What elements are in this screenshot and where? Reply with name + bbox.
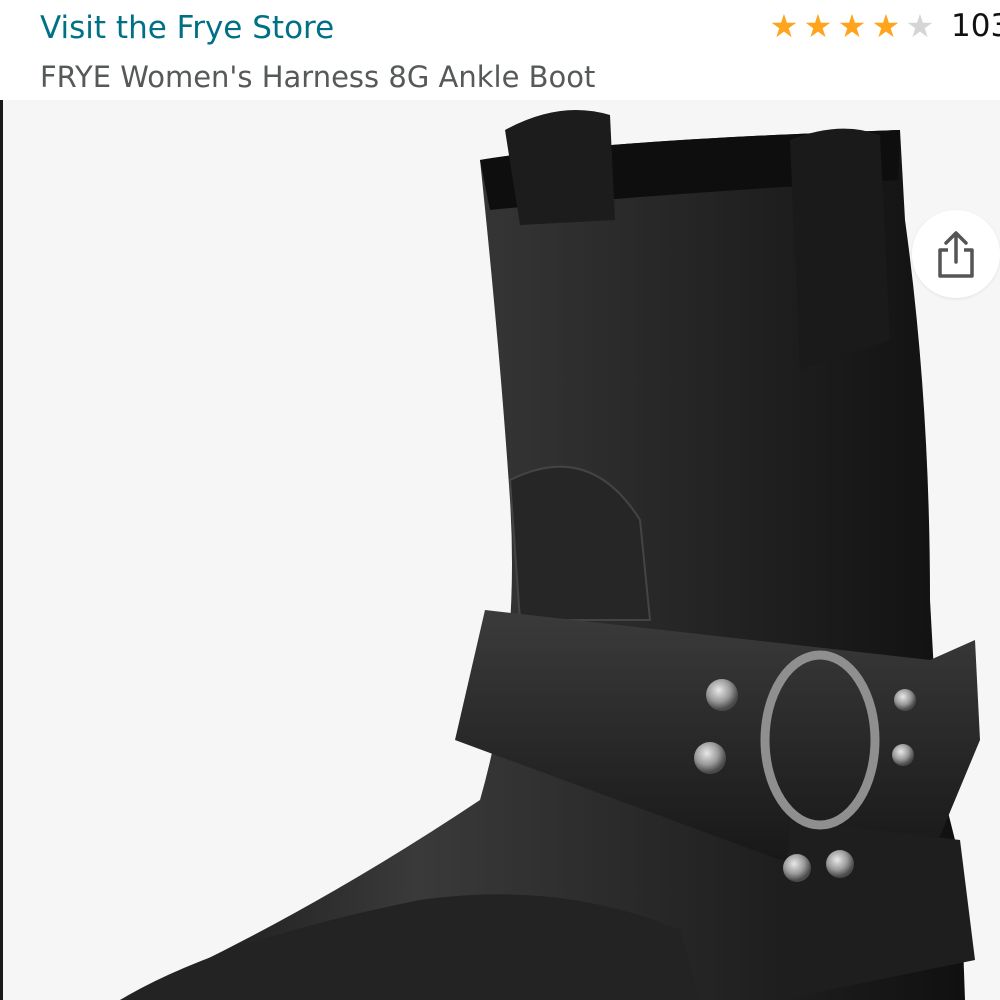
star-icon: ★: [871, 7, 901, 45]
product-header: Visit the Frye Store ★ ★ ★ ★ ★ 103 FRYE …: [0, 0, 1000, 100]
store-link[interactable]: Visit the Frye Store: [40, 8, 334, 48]
star-empty-icon: ★: [905, 7, 935, 45]
share-icon: [938, 231, 974, 278]
product-image: [120, 110, 980, 1000]
star-icon: ★: [803, 7, 833, 45]
rating-count[interactable]: 103: [951, 6, 1000, 46]
star-rating[interactable]: ★ ★ ★ ★ ★: [767, 6, 937, 46]
pull-tab-right: [790, 128, 890, 370]
rating-summary[interactable]: ★ ★ ★ ★ ★ 103: [767, 6, 1000, 46]
star-icon: ★: [769, 7, 799, 45]
product-image-area[interactable]: [0, 100, 1000, 1000]
toe: [120, 894, 700, 1000]
star-icon: ★: [837, 7, 867, 45]
pull-tab-left: [505, 110, 615, 225]
share-button[interactable]: [912, 210, 1000, 298]
product-title: FRYE Women's Harness 8G Ankle Boot: [40, 60, 596, 94]
